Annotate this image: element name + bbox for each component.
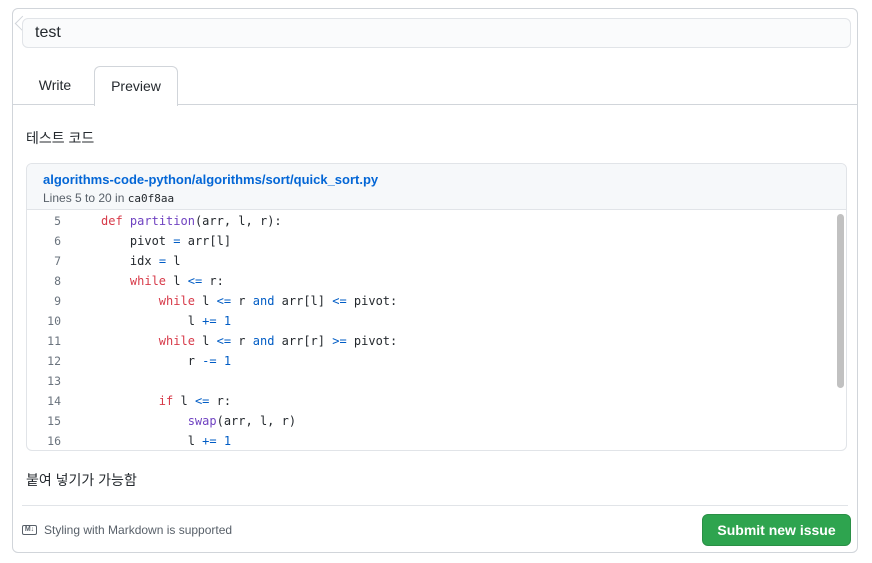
preview-intro-text: 테스트 코드 (26, 130, 95, 146)
code-text: def partition(arr, l, r): (101, 214, 282, 228)
code-line: 14 if l <= r: (27, 391, 846, 411)
code-line: 15 swap(arr, l, r) (27, 411, 846, 431)
code-text: while l <= r and arr[r] >= pivot: (158, 334, 398, 348)
line-number[interactable]: 10 (27, 311, 61, 331)
line-number[interactable]: 12 (27, 351, 61, 371)
submit-new-issue-button[interactable]: Submit new issue (702, 514, 851, 546)
footer-divider (22, 505, 848, 506)
markdown-note-text: Styling with Markdown is supported (44, 523, 233, 537)
code-line: 16 l += 1 (27, 431, 846, 450)
code-text: r -= 1 (187, 354, 232, 368)
line-number[interactable]: 8 (27, 271, 61, 291)
embed-file-link[interactable]: algorithms-code-python/algorithms/sort/q… (43, 171, 846, 189)
line-number[interactable]: 13 (27, 371, 61, 391)
tab-preview[interactable]: Preview (94, 66, 178, 106)
embed-meta: Lines 5 to 20 in ca0f8aa (43, 190, 846, 207)
code-line: 9 while l <= r and arr[l] <= pivot: (27, 291, 846, 311)
code-line: 10 l += 1 (27, 311, 846, 331)
code-text: idx = l (129, 254, 181, 268)
line-number[interactable]: 6 (27, 231, 61, 251)
embed-commit-sha[interactable]: ca0f8aa (128, 192, 174, 205)
preview-after-text: 붙여 넣기가 가능함 (26, 472, 137, 488)
code-line: 13 (27, 371, 846, 391)
line-number[interactable]: 16 (27, 431, 61, 450)
code-permalink-embed: algorithms-code-python/algorithms/sort/q… (26, 163, 847, 451)
code-block: 5 def partition(arr, l, r): 6 pivot = arr[… (27, 210, 846, 450)
line-number[interactable]: 5 (27, 211, 61, 231)
code-line: 11 while l <= r and arr[r] >= pivot: (27, 331, 846, 351)
embed-lines-label: Lines 5 to 20 in (43, 191, 125, 205)
code-text: while l <= r: (129, 274, 224, 288)
line-number[interactable]: 7 (27, 251, 61, 271)
code-text: swap(arr, l, r) (187, 414, 297, 428)
code-line: 7 idx = l (27, 251, 846, 271)
code-line: 8 while l <= r: (27, 271, 846, 291)
code-text: while l <= r and arr[l] <= pivot: (158, 294, 398, 308)
tab-write[interactable]: Write (26, 66, 84, 105)
embed-header: algorithms-code-python/algorithms/sort/q… (27, 164, 846, 210)
code-text: l += 1 (187, 314, 232, 328)
line-number[interactable]: 11 (27, 331, 61, 351)
line-number[interactable]: 9 (27, 291, 61, 311)
code-text: if l <= r: (158, 394, 232, 408)
code-scrollbar-thumb[interactable] (837, 214, 844, 388)
line-number[interactable]: 14 (27, 391, 61, 411)
markdown-support-note[interactable]: M↓ Styling with Markdown is supported (22, 523, 232, 537)
line-number[interactable]: 15 (27, 411, 61, 431)
issue-form-card: Write Preview 테스트 코드 algorithms-code-pyt… (12, 8, 858, 553)
issue-title-input[interactable] (22, 18, 851, 48)
code-text: l += 1 (187, 434, 232, 448)
code-line: 6 pivot = arr[l] (27, 231, 846, 251)
code-line: 12 r -= 1 (27, 351, 846, 371)
code-text: pivot = arr[l] (129, 234, 232, 248)
markdown-icon: M↓ (22, 525, 37, 535)
code-line: 5 def partition(arr, l, r): (27, 211, 846, 231)
